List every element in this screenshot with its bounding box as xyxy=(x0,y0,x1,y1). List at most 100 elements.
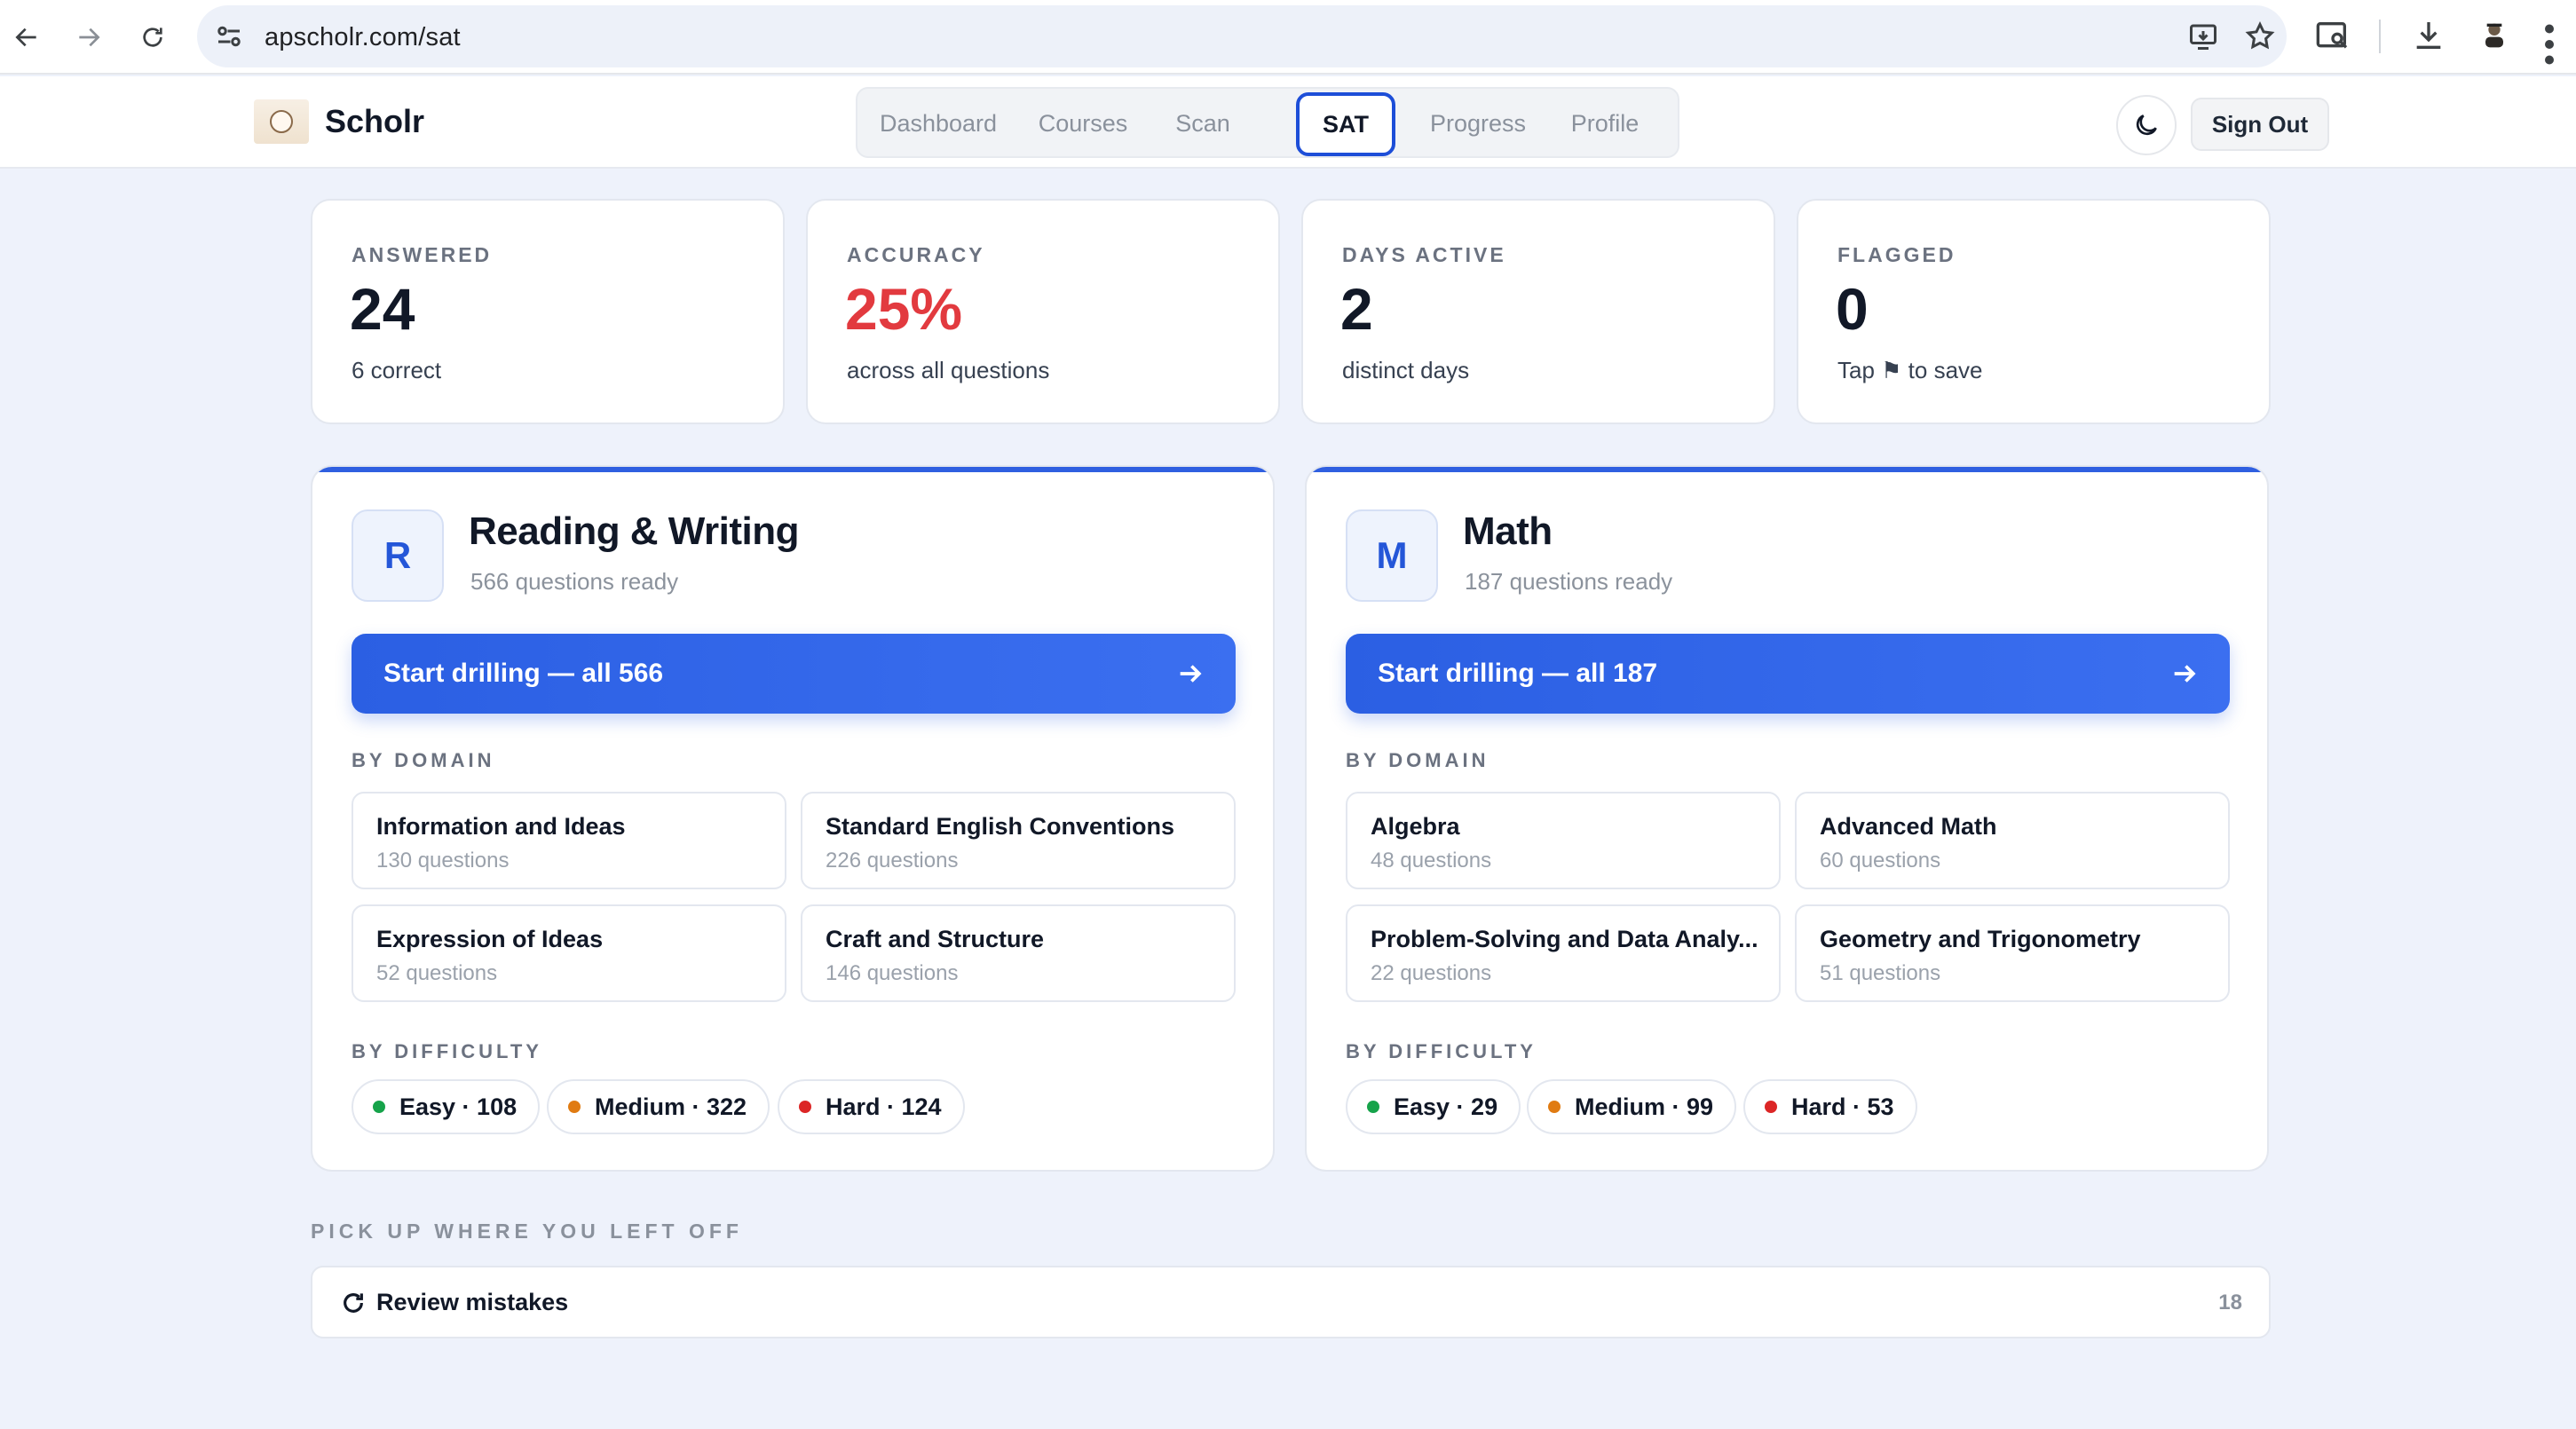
brand-logo-image[interactable] xyxy=(254,99,309,144)
bookmark-star-icon[interactable] xyxy=(2244,20,2276,52)
toolbar-divider xyxy=(2379,20,2381,53)
domain-tile[interactable]: Craft and Structure 146 questions xyxy=(801,904,1236,1002)
tab-search-icon[interactable] xyxy=(2315,18,2351,53)
review-mistakes-count: 18 xyxy=(2218,1291,2242,1315)
card-accent-bar xyxy=(312,467,1273,472)
subject-title: Math xyxy=(1463,509,1553,553)
domain-name: Expression of Ideas xyxy=(376,926,604,952)
difficulty-label: Easy · 29 xyxy=(1394,1093,1498,1120)
stat-subtext: distinct days xyxy=(1342,357,1470,383)
back-arrow-icon[interactable] xyxy=(5,16,48,59)
stat-subtext: 6 correct xyxy=(352,357,442,383)
stat-card-flagged: FLAGGED 0 Tap ⚑ to save xyxy=(1797,199,2271,424)
subject-subtitle: 187 questions ready xyxy=(1465,568,1673,595)
stat-subtext: Tap ⚑ to save xyxy=(1837,357,1983,383)
subject-subtitle: 566 questions ready xyxy=(470,568,679,595)
tab-courses[interactable]: Courses xyxy=(1021,99,1145,147)
stat-label: DAYS ACTIVE xyxy=(1342,243,1506,266)
reload-icon[interactable] xyxy=(131,16,174,59)
medium-dot-icon xyxy=(1548,1101,1561,1113)
domain-name: Information and Ideas xyxy=(376,813,626,840)
browser-menu-icon[interactable] xyxy=(2540,18,2558,65)
domain-count: 22 questions xyxy=(1371,961,1492,985)
tab-progress[interactable]: Progress xyxy=(1417,99,1539,147)
subject-badge: M xyxy=(1346,509,1438,602)
install-app-icon[interactable] xyxy=(2187,20,2219,52)
stat-value: 2 xyxy=(1340,276,1373,342)
domain-count: 51 questions xyxy=(1820,961,1941,985)
site-settings-icon[interactable] xyxy=(213,20,245,52)
forward-arrow-icon[interactable] xyxy=(67,16,110,59)
domain-tile[interactable]: Problem-Solving and Data Analy... 22 que… xyxy=(1346,904,1781,1002)
tab-scan[interactable]: Scan xyxy=(1163,99,1243,147)
easy-dot-icon xyxy=(373,1101,385,1113)
dark-mode-toggle[interactable] xyxy=(2116,95,2177,155)
review-mistakes-label: Review mistakes xyxy=(376,1289,569,1315)
start-drilling-button[interactable]: Start drilling — all 566 xyxy=(352,634,1236,714)
moon-icon xyxy=(2136,114,2157,136)
difficulty-pill-easy[interactable]: Easy · 29 xyxy=(1346,1079,1521,1134)
domain-name: Standard English Conventions xyxy=(826,813,1175,840)
domain-tile[interactable]: Standard English Conventions 226 questio… xyxy=(801,792,1236,889)
domain-name: Advanced Math xyxy=(1820,813,1997,840)
domain-name: Problem-Solving and Data Analy... xyxy=(1371,926,1758,952)
difficulty-label: Medium · 322 xyxy=(595,1093,747,1120)
subject-badge: R xyxy=(352,509,444,602)
domain-tile[interactable]: Information and Ideas 130 questions xyxy=(352,792,786,889)
hard-dot-icon xyxy=(799,1101,811,1113)
by-difficulty-heading: BY DIFFICULTY xyxy=(352,1040,542,1062)
domain-tile[interactable]: Expression of Ideas 52 questions xyxy=(352,904,786,1002)
url-text[interactable]: apscholr.com/sat xyxy=(265,23,461,52)
difficulty-pill-medium[interactable]: Medium · 322 xyxy=(547,1079,770,1134)
tab-profile[interactable]: Profile xyxy=(1557,99,1653,147)
difficulty-label: Easy · 108 xyxy=(399,1093,518,1120)
profile-avatar-icon[interactable] xyxy=(2477,18,2512,53)
domain-tile[interactable]: Algebra 48 questions xyxy=(1346,792,1781,889)
stat-value: 25% xyxy=(845,276,963,342)
address-bar[interactable]: apscholr.com/sat xyxy=(197,5,2287,67)
stat-card-accuracy: ACCURACY 25% across all questions xyxy=(806,199,1280,424)
stat-subtext: across all questions xyxy=(847,357,1050,383)
domain-name: Geometry and Trigonometry xyxy=(1820,926,2141,952)
brand-name[interactable]: Scholr xyxy=(325,103,424,140)
sign-out-button[interactable]: Sign Out xyxy=(2191,98,2329,151)
difficulty-pill-hard[interactable]: Hard · 53 xyxy=(1743,1079,1917,1134)
difficulty-label: Hard · 124 xyxy=(826,1093,942,1120)
domain-count: 130 questions xyxy=(376,849,510,872)
difficulty-label: Medium · 99 xyxy=(1575,1093,1714,1120)
start-drilling-label: Start drilling — all 566 xyxy=(383,659,664,688)
domain-tile[interactable]: Advanced Math 60 questions xyxy=(1795,792,2230,889)
subject-card-reading-writing: R Reading & Writing 566 questions ready … xyxy=(311,465,1275,1172)
hard-dot-icon xyxy=(1765,1101,1777,1113)
main-nav-tabs: Dashboard Courses Scan SAT Progress Prof… xyxy=(856,87,1679,158)
start-drilling-button[interactable]: Start drilling — all 187 xyxy=(1346,634,2230,714)
arrow-right-icon xyxy=(1180,665,1202,683)
by-difficulty-heading: BY DIFFICULTY xyxy=(1346,1040,1537,1062)
medium-dot-icon xyxy=(568,1101,581,1113)
tab-sat[interactable]: SAT xyxy=(1296,92,1395,156)
app-header: Scholr Dashboard Courses Scan SAT Progre… xyxy=(0,76,2576,169)
tab-dashboard[interactable]: Dashboard xyxy=(873,99,1003,147)
domain-name: Algebra xyxy=(1371,813,1460,840)
stat-card-answered: ANSWERED 24 6 correct xyxy=(311,199,785,424)
stat-card-days-active: DAYS ACTIVE 2 distinct days xyxy=(1301,199,1775,424)
start-drilling-label: Start drilling — all 187 xyxy=(1378,659,1658,688)
download-icon[interactable] xyxy=(2411,18,2446,53)
domain-count: 52 questions xyxy=(376,961,498,985)
stat-label: ANSWERED xyxy=(352,243,493,266)
stat-value: 0 xyxy=(1836,276,1869,342)
review-mistakes-row[interactable]: Review mistakes 18 xyxy=(311,1266,2271,1338)
domain-count: 48 questions xyxy=(1371,849,1492,872)
subject-title: Reading & Writing xyxy=(469,509,800,553)
domain-count: 60 questions xyxy=(1820,849,1941,872)
easy-dot-icon xyxy=(1367,1101,1379,1113)
resume-heading: PICK UP WHERE YOU LEFT OFF xyxy=(311,1220,743,1243)
stat-label: ACCURACY xyxy=(847,243,985,266)
difficulty-pill-easy[interactable]: Easy · 108 xyxy=(352,1079,541,1134)
difficulty-pill-medium[interactable]: Medium · 99 xyxy=(1527,1079,1737,1134)
domain-tile[interactable]: Geometry and Trigonometry 51 questions xyxy=(1795,904,2230,1002)
domain-count: 146 questions xyxy=(826,961,959,985)
card-accent-bar xyxy=(1307,467,2267,472)
refresh-icon xyxy=(344,1293,363,1313)
difficulty-pill-hard[interactable]: Hard · 124 xyxy=(778,1079,965,1134)
